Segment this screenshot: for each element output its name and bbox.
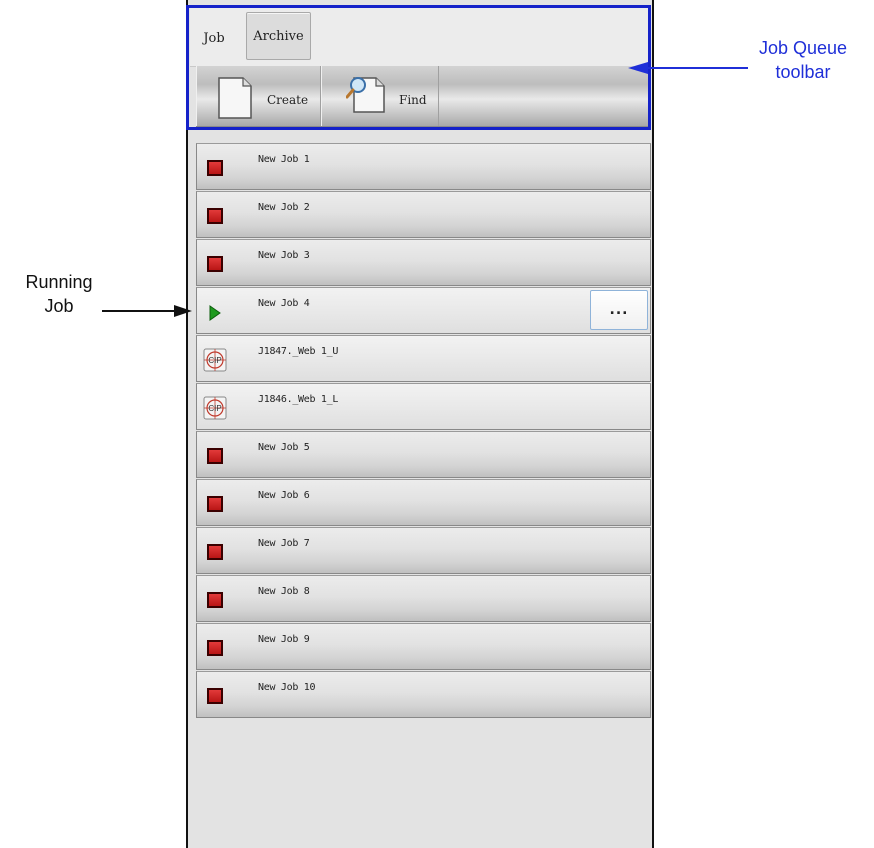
tab-bar: Job Archive — [190, 8, 650, 67]
running-callout-line1: Running — [25, 272, 93, 292]
running-callout-line2: Job — [44, 296, 74, 316]
job-name: New Job 2 — [258, 202, 310, 213]
job-row[interactable]: New Job 9 — [196, 623, 651, 670]
document-search-icon — [346, 77, 385, 113]
more-options-button[interactable]: ... — [590, 290, 648, 330]
stopped-icon — [207, 208, 223, 224]
job-row[interactable]: New Job 1 — [196, 143, 651, 190]
stopped-icon — [207, 544, 223, 560]
running-job-arrow — [102, 305, 192, 317]
svg-text:CIP: CIP — [208, 404, 221, 413]
stopped-icon — [207, 256, 223, 272]
job-name: New Job 4 — [258, 298, 310, 309]
stopped-icon — [207, 640, 223, 656]
job-name: New Job 8 — [258, 586, 310, 597]
play-icon — [209, 305, 221, 321]
stopped-icon — [207, 160, 223, 176]
job-name: New Job 5 — [258, 442, 310, 453]
job-row[interactable]: New Job 7 — [196, 527, 651, 574]
svg-text:CIP: CIP — [208, 356, 221, 365]
create-button[interactable]: Create — [196, 66, 321, 126]
job-queue-toolbar: Create Find — [196, 66, 648, 127]
job-name: New Job 7 — [258, 538, 310, 549]
job-name: New Job 6 — [258, 490, 310, 501]
job-name: J1846._Web 1_L — [258, 394, 339, 405]
job-row-running[interactable]: New Job 4 ... — [196, 287, 651, 334]
job-name: New Job 10 — [258, 682, 316, 693]
job-row[interactable]: New Job 10 — [196, 671, 651, 718]
tab-job[interactable]: Job — [194, 12, 234, 64]
stopped-icon — [207, 688, 223, 704]
create-label: Create — [267, 93, 309, 107]
job-name: New Job 3 — [258, 250, 310, 261]
job-row[interactable]: New Job 3 — [196, 239, 651, 286]
job-row[interactable]: New Job 6 — [196, 479, 651, 526]
stopped-icon — [207, 448, 223, 464]
find-label: Find — [399, 93, 427, 107]
toolbar-callout: Job Queue toolbar — [738, 36, 868, 84]
toolbar-callout-line1: Job Queue — [758, 38, 848, 58]
stopped-icon — [207, 592, 223, 608]
job-row[interactable]: New Job 2 — [196, 191, 651, 238]
job-name: New Job 1 — [258, 154, 310, 165]
tab-archive[interactable]: Archive — [246, 12, 311, 60]
job-row[interactable]: CIP J1846._Web 1_L — [196, 383, 651, 430]
document-icon — [218, 77, 252, 119]
stopped-icon — [207, 496, 223, 512]
job-row[interactable]: CIP J1847._Web 1_U — [196, 335, 651, 382]
cip-icon: CIP — [203, 396, 227, 420]
toolbar-callout-arrow — [628, 62, 748, 74]
job-queue-panel: Job Archive Create Find New Job 1 New Jo… — [186, 0, 654, 848]
cip-icon: CIP — [203, 348, 227, 372]
job-name: New Job 9 — [258, 634, 310, 645]
running-job-callout: Running Job — [4, 270, 114, 318]
toolbar-callout-line2: toolbar — [775, 62, 831, 82]
job-name: J1847._Web 1_U — [258, 346, 339, 357]
job-row[interactable]: New Job 8 — [196, 575, 651, 622]
find-button[interactable]: Find — [321, 66, 439, 126]
job-row[interactable]: New Job 5 — [196, 431, 651, 478]
